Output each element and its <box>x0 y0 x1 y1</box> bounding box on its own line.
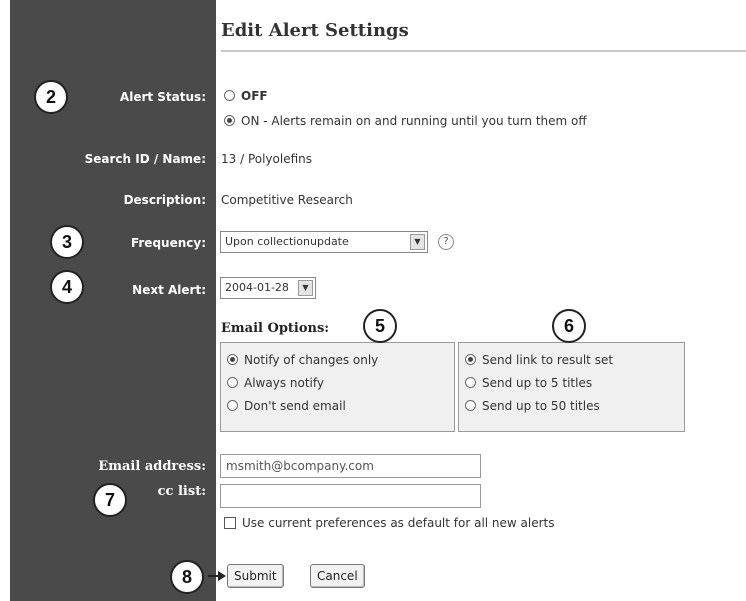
radio-send-5[interactable] <box>465 377 476 388</box>
submit-button[interactable]: Submit <box>227 564 284 588</box>
help-icon[interactable]: ? <box>438 234 454 250</box>
callout-3: 3 <box>50 225 84 259</box>
alert-status-off-option[interactable]: OFF <box>224 89 268 103</box>
default-preferences-option[interactable]: Use current preferences as default for a… <box>224 516 555 530</box>
send-link-option[interactable]: Send link to result set <box>465 353 613 367</box>
radio-on[interactable] <box>224 115 235 126</box>
description-label: Description: <box>123 193 206 207</box>
chevron-down-icon: ▼ <box>410 234 425 250</box>
callout-2: 2 <box>34 80 68 114</box>
cc-list-input[interactable] <box>220 484 481 508</box>
callout-8: 8 <box>170 560 204 594</box>
email-options-label: Email Options: <box>221 321 330 336</box>
dont-send-email-option[interactable]: Don't send email <box>227 399 346 413</box>
callout-4: 4 <box>50 270 84 304</box>
callout-7: 7 <box>93 483 127 517</box>
radio-send-50[interactable] <box>465 400 476 411</box>
radio-notify-changes[interactable] <box>227 354 238 365</box>
radio-send-link[interactable] <box>465 354 476 365</box>
callout-8-arrow <box>208 571 226 581</box>
frequency-label: Frequency: <box>130 236 206 250</box>
default-preferences-checkbox[interactable] <box>224 517 236 529</box>
send-options-group: Send link to result set Send up to 5 tit… <box>458 342 685 432</box>
email-address-input[interactable]: msmith@bcompany.com <box>220 454 481 478</box>
chevron-down-icon: ▼ <box>298 280 313 296</box>
callout-5: 5 <box>363 309 397 343</box>
page-title: Edit Alert Settings <box>221 20 409 41</box>
cc-list-label: cc list: <box>157 484 206 499</box>
alert-status-on-option[interactable]: ON - Alerts remain on and running until … <box>224 114 587 128</box>
frequency-select[interactable]: Upon collectionupdate ▼ <box>220 231 428 253</box>
search-id-label: Search ID / Name: <box>84 152 206 166</box>
callout-6: 6 <box>552 309 586 343</box>
radio-off[interactable] <box>224 90 235 101</box>
radio-dont-send[interactable] <box>227 400 238 411</box>
search-id-value: 13 / Polyolefins <box>221 152 313 166</box>
cancel-button[interactable]: Cancel <box>310 564 365 588</box>
radio-always-notify[interactable] <box>227 377 238 388</box>
notify-options-group: Notify of changes only Always notify Don… <box>220 342 455 432</box>
email-address-label: Email address: <box>98 459 206 474</box>
send-50-titles-option[interactable]: Send up to 50 titles <box>465 399 600 413</box>
next-alert-select[interactable]: 2004-01-28 ▼ <box>220 277 316 299</box>
title-divider <box>221 50 746 52</box>
next-alert-label: Next Alert: <box>132 283 206 297</box>
alert-status-label: Alert Status: <box>119 90 206 104</box>
description-value: Competitive Research <box>221 193 353 207</box>
always-notify-option[interactable]: Always notify <box>227 376 324 390</box>
send-5-titles-option[interactable]: Send up to 5 titles <box>465 376 592 390</box>
notify-changes-only-option[interactable]: Notify of changes only <box>227 353 378 367</box>
